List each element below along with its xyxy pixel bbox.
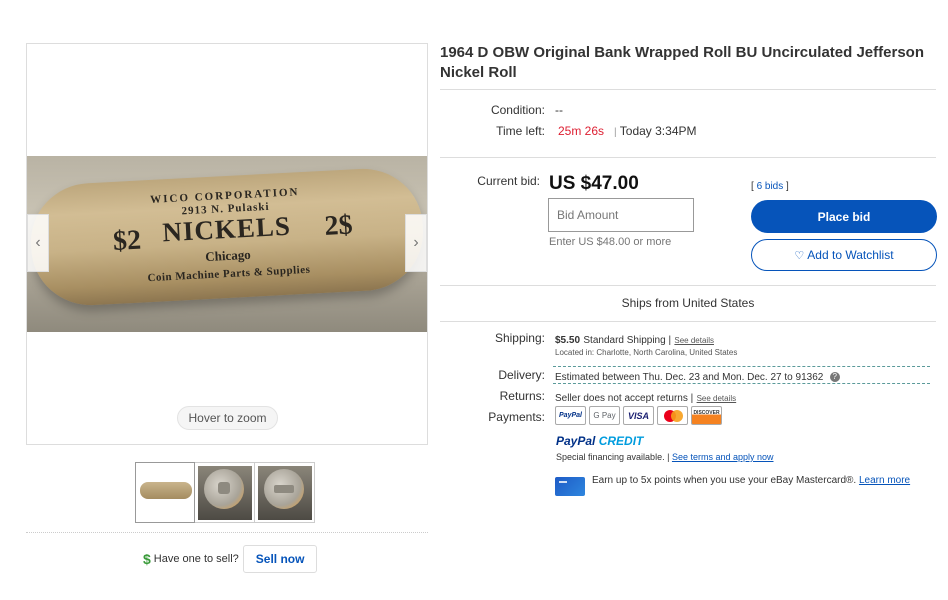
sell-now-button[interactable]: Sell now <box>242 545 318 573</box>
thumbnail-coin-image <box>264 469 304 509</box>
shipping-see-details-link[interactable]: See details <box>674 336 714 345</box>
current-bid-label: Current bid: <box>477 174 540 188</box>
special-financing: Special financing available. | See terms… <box>556 452 774 462</box>
mastercard-icon <box>657 406 688 425</box>
shipping-value: $5.50 Standard Shipping | See details <box>555 332 714 346</box>
place-bid-button[interactable]: Place bid <box>751 200 937 233</box>
hover-to-zoom-hint: Hover to zoom <box>177 406 278 430</box>
chevron-left-icon: ‹ <box>35 234 41 251</box>
separator: | <box>614 127 617 138</box>
dollar-icon: $ <box>143 551 151 567</box>
returns-value: Seller does not accept returns | See det… <box>555 390 736 404</box>
ebay-mastercard-icon <box>555 477 585 496</box>
bid-count-link[interactable]: [ 6 bids ] <box>751 181 789 192</box>
heart-icon: ♡ <box>794 249 805 262</box>
roll-print-denom-right: 2$ <box>323 209 354 242</box>
condition-label: Condition: <box>490 103 545 117</box>
divider <box>440 285 936 286</box>
auction-end-time: Today 3:34PM <box>619 124 697 138</box>
returns-label: Returns: <box>499 389 545 403</box>
apply-now-link[interactable]: See terms and apply now <box>672 452 774 462</box>
payment-methods: PayPal G Pay VISA DISCOVER <box>555 406 725 425</box>
bid-count: 6 bids <box>756 181 784 192</box>
learn-more-link[interactable]: Learn more <box>859 475 910 486</box>
discover-icon: DISCOVER <box>691 406 722 425</box>
divider <box>26 532 428 533</box>
delivery-label: Delivery: <box>498 368 545 382</box>
divider <box>440 89 936 90</box>
thumbnail-3[interactable] <box>255 462 315 523</box>
previous-image-button[interactable]: ‹ <box>27 214 49 272</box>
listing-title: 1964 D OBW Original Bank Wrapped Roll BU… <box>440 44 924 81</box>
delivery-estimate: Estimated between Thu. Dec. 23 and Mon. … <box>555 372 824 383</box>
condition-value: -- <box>555 103 563 117</box>
ebay-mastercard-promo: Earn up to 5x points when you use your e… <box>592 474 932 487</box>
shipping-label: Shipping: <box>494 331 545 345</box>
item-location: Located in: Charlotte, North Carolina, U… <box>555 348 738 357</box>
ships-from-text: Ships from United States <box>621 296 755 310</box>
chevron-right-icon: › <box>413 234 419 251</box>
returns-policy: Seller does not accept returns | <box>555 393 694 404</box>
add-to-watchlist-button[interactable]: ♡ Add to Watchlist <box>751 239 937 271</box>
paypal-credit-logo: PayPal CREDIT <box>556 434 644 448</box>
main-image-viewer[interactable]: WICO CORPORATION 2913 N. Pulaski $2 NICK… <box>26 43 428 445</box>
time-left-value: 25m 26s | Today 3:34PM <box>558 124 697 138</box>
shipping-cost: $5.50 <box>555 335 581 346</box>
time-left-countdown: 25m 26s <box>558 124 605 138</box>
coin-roll-image: WICO CORPORATION 2913 N. Pulaski $2 NICK… <box>28 165 426 309</box>
thumbnail-strip <box>135 462 315 523</box>
thumbnail-1[interactable] <box>135 462 195 523</box>
current-bid-price: US $47.00 <box>549 173 639 194</box>
returns-see-details-link[interactable]: See details <box>697 394 737 403</box>
have-one-to-sell-text: Have one to sell? <box>153 553 239 565</box>
help-icon[interactable]: ? <box>829 371 840 382</box>
watchlist-label: Add to Watchlist <box>807 248 894 262</box>
paypal-icon: PayPal <box>555 406 586 425</box>
thumbnail-coin-image <box>204 469 244 509</box>
thumbnail-roll-image <box>140 482 192 499</box>
special-financing-text: Special financing available. | <box>556 452 670 462</box>
sell-one-row: $ Have one to sell? Sell now <box>143 545 318 573</box>
next-image-button[interactable]: › <box>405 214 427 272</box>
thumbnail-2[interactable] <box>195 462 255 523</box>
visa-icon: VISA <box>623 406 654 425</box>
minimum-bid-hint: Enter US $48.00 or more <box>549 236 672 248</box>
time-left-label: Time left: <box>496 124 545 138</box>
bid-amount-input[interactable] <box>548 198 694 232</box>
product-photo: WICO CORPORATION 2913 N. Pulaski $2 NICK… <box>27 156 427 332</box>
delivery-value: Estimated between Thu. Dec. 23 and Mon. … <box>555 369 840 383</box>
shipping-method: Standard Shipping | <box>583 335 672 346</box>
payments-label: Payments: <box>488 410 545 424</box>
divider <box>440 321 936 322</box>
divider <box>440 157 936 158</box>
google-pay-icon: G Pay <box>589 406 620 425</box>
promo-text: Earn up to 5x points when you use your e… <box>592 475 857 486</box>
